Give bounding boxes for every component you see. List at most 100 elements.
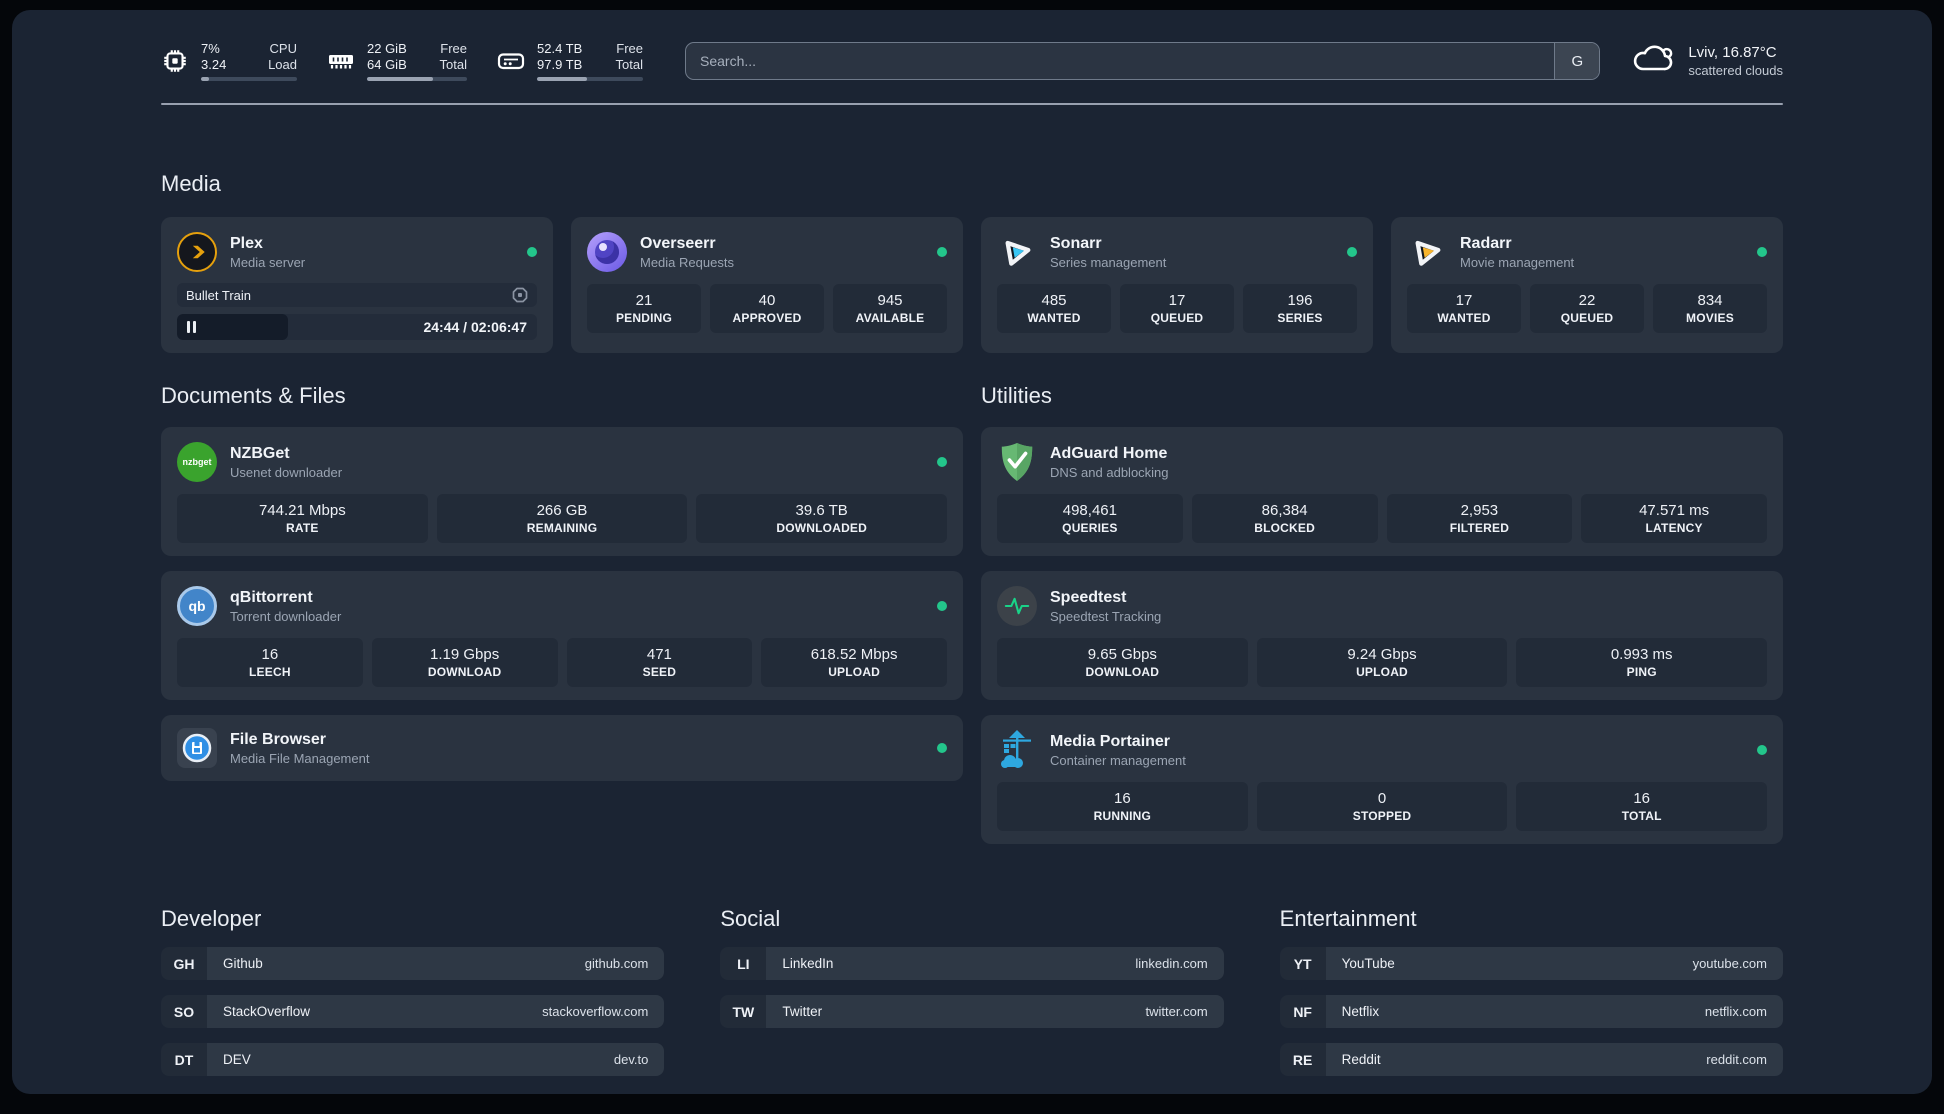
- stat-box: 744.21 Mbps RATE: [177, 494, 428, 543]
- stat-value: 22: [1578, 292, 1596, 309]
- stat-label: STOPPED: [1352, 809, 1412, 823]
- bookmark-tag: NF: [1279, 995, 1326, 1028]
- stat-label: MOVIES: [1686, 311, 1734, 325]
- bookmark-url: linkedin.com: [1135, 956, 1208, 971]
- stat-value: 498,461: [1062, 502, 1117, 519]
- stat-label: LEECH: [249, 665, 291, 679]
- memory-total-label: Total: [439, 57, 467, 72]
- stat-value: 39.6 TB: [795, 502, 848, 519]
- app-name: Radarr: [1460, 234, 1512, 252]
- bookmark-row-linkedin[interactable]: LI LinkedIn linkedin.com: [720, 947, 1224, 980]
- card-filebrowser[interactable]: File Browser Media File Management: [161, 715, 963, 781]
- bookmark-name: LinkedIn: [782, 956, 834, 971]
- header-divider: [161, 103, 1783, 105]
- card-adguard[interactable]: AdGuard Home DNS and adblocking 498,461 Q…: [981, 427, 1783, 556]
- bookmark-tag: YT: [1279, 947, 1326, 980]
- stat-value: 744.21 Mbps: [258, 502, 346, 519]
- bookmark-row-reddit[interactable]: RE Reddit reddit.com: [1279, 1043, 1783, 1076]
- bookmark-tag: RE: [1279, 1043, 1326, 1076]
- filebrowser-icon: [177, 728, 217, 768]
- bookmark-row-youtube[interactable]: YT YouTube youtube.com: [1279, 947, 1783, 980]
- status-dot: [527, 247, 537, 257]
- cpu-icon: [161, 47, 189, 75]
- cpu-label: CPU: [269, 41, 297, 56]
- bookmark-url: twitter.com: [1145, 1004, 1208, 1019]
- stat-box: 17 QUEUED: [1120, 284, 1234, 333]
- weather-condition: scattered clouds: [1688, 63, 1783, 78]
- bookmark-name: Twitter: [782, 1004, 823, 1019]
- media-grid: Plex Media server Bullet Train 24:44 / 0…: [161, 217, 1783, 353]
- speedtest-icon: [997, 586, 1037, 626]
- memory-progress-bar: [367, 77, 467, 81]
- app-name: qBittorrent: [230, 588, 313, 606]
- stat-label: QUERIES: [1062, 521, 1118, 535]
- pause-icon: [187, 321, 196, 333]
- bookmark-row-dev[interactable]: DT DEV dev.to: [161, 1043, 665, 1076]
- card-overseerr[interactable]: Overseerr Media Requests 21 PENDING 40 APP…: [571, 217, 963, 353]
- cloud-icon: [1630, 42, 1676, 80]
- stat-value: 16: [1633, 790, 1651, 807]
- bookmark-tag: GH: [161, 947, 207, 980]
- stat-label: DOWNLOAD: [427, 665, 502, 679]
- stat-label: TOTAL: [1621, 809, 1662, 823]
- stat-label: UPLOAD: [828, 665, 881, 679]
- storage-metric: 52.4 TB 97.9 TB Free Total: [497, 41, 643, 81]
- radarr-icon: [1407, 232, 1447, 272]
- stat-label: PING: [1626, 665, 1657, 679]
- card-sonarr[interactable]: Sonarr Series management 485 WANTED 17 QUE…: [981, 217, 1373, 353]
- app-name: Speedtest: [1050, 588, 1127, 606]
- stat-box: 2,953 FILTERED: [1386, 494, 1573, 543]
- app-name: Media Portainer: [1050, 732, 1171, 750]
- stat-box: 9.65 Gbps DOWNLOAD: [997, 638, 1248, 687]
- overseerr-icon: [587, 232, 627, 272]
- card-portainer[interactable]: Media Portainer Container management 16 R…: [981, 715, 1783, 844]
- sonarr-icon: [997, 232, 1037, 272]
- bookmark-group-developer: Developer GH Github github.com SO StackOv…: [161, 906, 665, 1076]
- stat-label: WANTED: [1437, 311, 1491, 325]
- playback-progress: 24:44 / 02:06:47: [177, 314, 537, 340]
- stat-box: 9.24 Gbps UPLOAD: [1256, 638, 1508, 687]
- bookmark-row-netflix[interactable]: NF Netflix netflix.com: [1279, 995, 1783, 1028]
- stat-value: 0.993 ms: [1610, 646, 1673, 663]
- bookmark-row-twitter[interactable]: TW Twitter twitter.com: [720, 995, 1224, 1028]
- stat-value: 17: [1455, 292, 1473, 309]
- bookmark-row-stackoverflow[interactable]: SO StackOverflow stackoverflow.com: [161, 995, 665, 1028]
- stat-value: 16: [1113, 790, 1131, 807]
- storage-total-value: 97.9 TB: [537, 57, 583, 72]
- adguard-icon: [997, 442, 1037, 482]
- card-qbittorrent[interactable]: qb qBittorrent Torrent downloader 16 LEEC…: [161, 571, 963, 700]
- app-subtitle: Series management: [1050, 254, 1167, 270]
- bookmark-tag: TW: [720, 995, 767, 1028]
- cpu-metric: 7% 3.24 CPU Load: [161, 41, 297, 81]
- stat-value: 1.19 Gbps: [430, 646, 500, 663]
- status-dot: [1757, 745, 1767, 755]
- bookmark-name: Netflix: [1341, 1004, 1380, 1019]
- documents-column: Documents & Files nzbget NZBGet Usenet d…: [161, 383, 963, 844]
- plex-icon: [177, 232, 217, 272]
- stat-label: QUEUED: [1150, 311, 1204, 325]
- stat-label: PENDING: [615, 311, 673, 325]
- stat-box: 834 MOVIES: [1653, 284, 1767, 333]
- system-metrics: 7% 3.24 CPU Load 22 GiB 64 GiB Free Total: [161, 41, 643, 81]
- bookmark-row-github[interactable]: GH Github github.com: [161, 947, 665, 980]
- status-dot: [1347, 247, 1357, 257]
- stat-value: 0: [1377, 790, 1387, 807]
- section-title-media: Media: [161, 171, 221, 196]
- bookmark-url: github.com: [584, 956, 649, 971]
- app-name: NZBGet: [230, 444, 290, 462]
- stat-box: 16 LEECH: [177, 638, 363, 687]
- card-plex[interactable]: Plex Media server Bullet Train 24:44 / 0…: [161, 217, 553, 353]
- card-nzbget[interactable]: nzbget NZBGet Usenet downloader 744.21 M…: [161, 427, 963, 556]
- search-input[interactable]: [686, 43, 1555, 79]
- card-speedtest[interactable]: Speedtest Speedtest Tracking 9.65 Gbps DO…: [981, 571, 1783, 700]
- card-radarr[interactable]: Radarr Movie management 17 WANTED 22 QUEUE…: [1391, 217, 1783, 353]
- section-title-utilities: Utilities: [981, 383, 1052, 408]
- session-settings-icon[interactable]: [512, 287, 528, 303]
- pause-button[interactable]: [177, 314, 288, 340]
- search-engine-button[interactable]: G: [1554, 43, 1600, 79]
- status-dot: [937, 457, 947, 467]
- storage-icon: [497, 50, 525, 72]
- stat-label: FILTERED: [1449, 521, 1510, 535]
- stat-label: RUNNING: [1093, 809, 1152, 823]
- stat-value: 17: [1168, 292, 1186, 309]
